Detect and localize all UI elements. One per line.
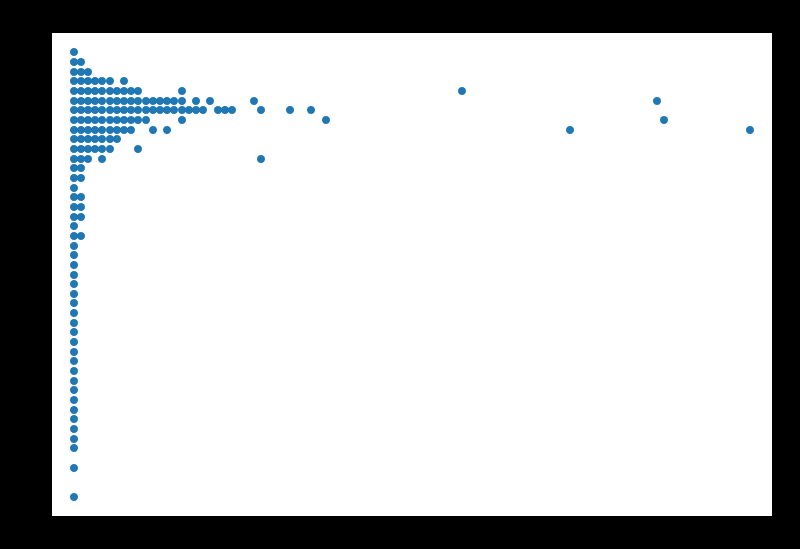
data-point — [70, 48, 78, 56]
data-point — [257, 106, 265, 114]
data-point — [746, 126, 754, 134]
data-point — [120, 77, 128, 85]
data-point — [70, 386, 78, 394]
data-point — [77, 58, 85, 66]
data-point — [70, 338, 78, 346]
data-point — [660, 116, 668, 124]
data-point — [70, 222, 78, 230]
data-point — [70, 299, 78, 307]
data-point — [307, 106, 315, 114]
data-point — [286, 106, 294, 114]
data-point — [70, 328, 78, 336]
data-point — [70, 309, 78, 317]
data-point — [77, 213, 85, 221]
data-point — [70, 493, 78, 501]
data-point — [70, 367, 78, 375]
data-point — [250, 97, 258, 105]
data-point — [192, 97, 200, 105]
scatter-plot — [52, 33, 772, 516]
data-point — [163, 126, 171, 134]
data-point — [70, 242, 78, 250]
data-point — [77, 203, 85, 211]
data-point — [178, 97, 186, 105]
data-point — [70, 280, 78, 288]
data-point — [106, 145, 114, 153]
data-point — [113, 135, 121, 143]
data-point — [322, 116, 330, 124]
data-point — [70, 251, 78, 259]
data-point — [142, 116, 150, 124]
figure — [0, 0, 800, 549]
data-point — [70, 406, 78, 414]
data-point — [70, 425, 78, 433]
data-point — [70, 396, 78, 404]
data-point — [206, 97, 214, 105]
data-point — [106, 77, 114, 85]
data-point — [70, 464, 78, 472]
data-point — [70, 261, 78, 269]
data-point — [127, 126, 135, 134]
data-point — [70, 319, 78, 327]
data-point — [84, 155, 92, 163]
data-point — [70, 290, 78, 298]
data-point — [458, 87, 466, 95]
data-point — [70, 184, 78, 192]
data-point — [70, 348, 78, 356]
data-point — [84, 68, 92, 76]
data-point — [228, 106, 236, 114]
data-point — [77, 164, 85, 172]
data-point — [70, 435, 78, 443]
data-point — [134, 87, 142, 95]
data-point — [566, 126, 574, 134]
data-point — [70, 357, 78, 365]
data-point — [77, 174, 85, 182]
data-point — [199, 106, 207, 114]
data-point — [257, 155, 265, 163]
data-point — [149, 126, 157, 134]
data-point — [70, 377, 78, 385]
data-point — [134, 145, 142, 153]
data-point — [77, 232, 85, 240]
data-point — [178, 87, 186, 95]
data-point — [70, 415, 78, 423]
data-point — [653, 97, 661, 105]
data-point — [77, 193, 85, 201]
data-point — [70, 271, 78, 279]
data-point — [98, 155, 106, 163]
data-point — [70, 444, 78, 452]
data-point — [178, 116, 186, 124]
